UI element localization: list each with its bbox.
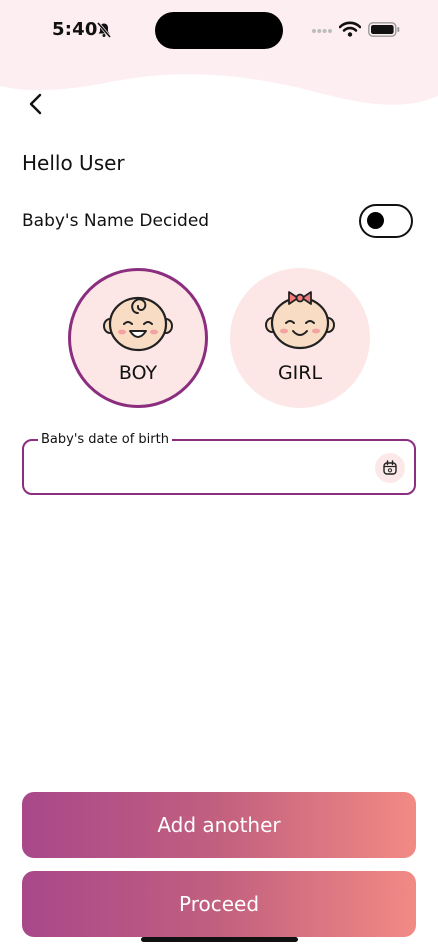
battery-icon — [368, 22, 400, 37]
toggle-knob — [367, 212, 384, 229]
home-indicator — [141, 937, 298, 942]
calendar-icon — [383, 460, 397, 475]
bell-slash-icon — [97, 22, 111, 38]
status-bar: 5:40 — [0, 0, 438, 60]
gender-option-girl[interactable]: GIRL — [230, 268, 370, 408]
dob-field[interactable]: Baby's date of birth — [22, 432, 416, 495]
proceed-button[interactable]: Proceed — [22, 871, 416, 937]
dynamic-island — [155, 12, 283, 49]
cellular-dots-icon — [312, 29, 332, 33]
chevron-left-icon — [29, 93, 42, 115]
dob-field-label: Baby's date of birth — [38, 432, 172, 448]
add-another-button[interactable]: Add another — [22, 792, 416, 858]
gender-label-girl: GIRL — [277, 362, 323, 384]
calendar-button[interactable] — [375, 453, 405, 483]
baby-boy-icon — [103, 296, 173, 352]
name-decided-label: Baby's Name Decided — [22, 211, 210, 231]
name-decided-toggle[interactable] — [359, 204, 413, 238]
wifi-icon — [339, 21, 361, 37]
gender-label-boy: BOY — [118, 362, 158, 384]
back-button[interactable] — [24, 90, 48, 118]
greeting-text: Hello User — [22, 151, 125, 175]
baby-girl-icon — [265, 291, 335, 350]
status-time: 5:40 — [52, 19, 98, 40]
gender-option-boy[interactable]: BOY — [68, 268, 208, 408]
